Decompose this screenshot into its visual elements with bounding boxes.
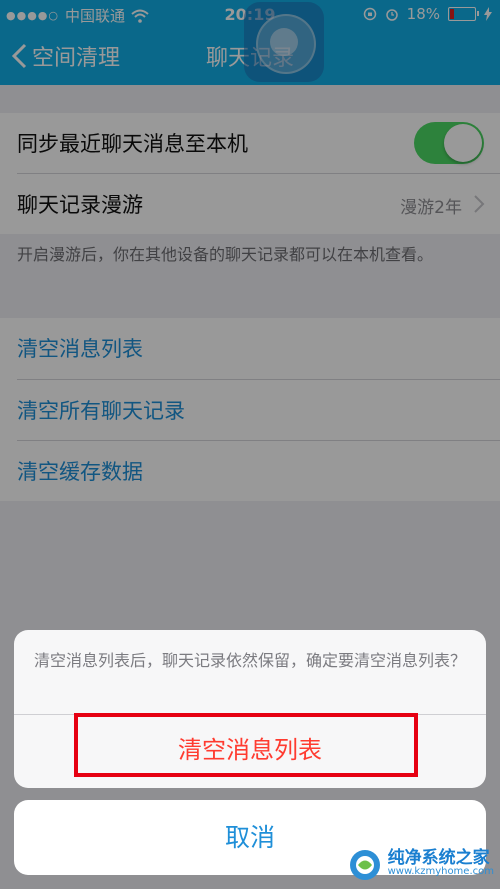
watermark-logo-icon: [349, 850, 380, 880]
watermark-url: www.kzmyhome.com: [387, 866, 494, 877]
annotation-highlight-box: [74, 713, 418, 777]
action-sheet-message: 清空消息列表后，聊天记录依然保留，确定要清空消息列表？: [34, 651, 467, 670]
watermark: 纯净系统之家 www.kzmyhome.com: [348, 845, 494, 885]
action-sheet: 清空消息列表后，聊天记录依然保留，确定要清空消息列表？ 清空消息列表: [14, 630, 486, 788]
chat-records-page: ●●●●○ 中国联通 20:19 18%: [0, 0, 500, 889]
watermark-title: 纯净系统之家: [387, 848, 490, 868]
